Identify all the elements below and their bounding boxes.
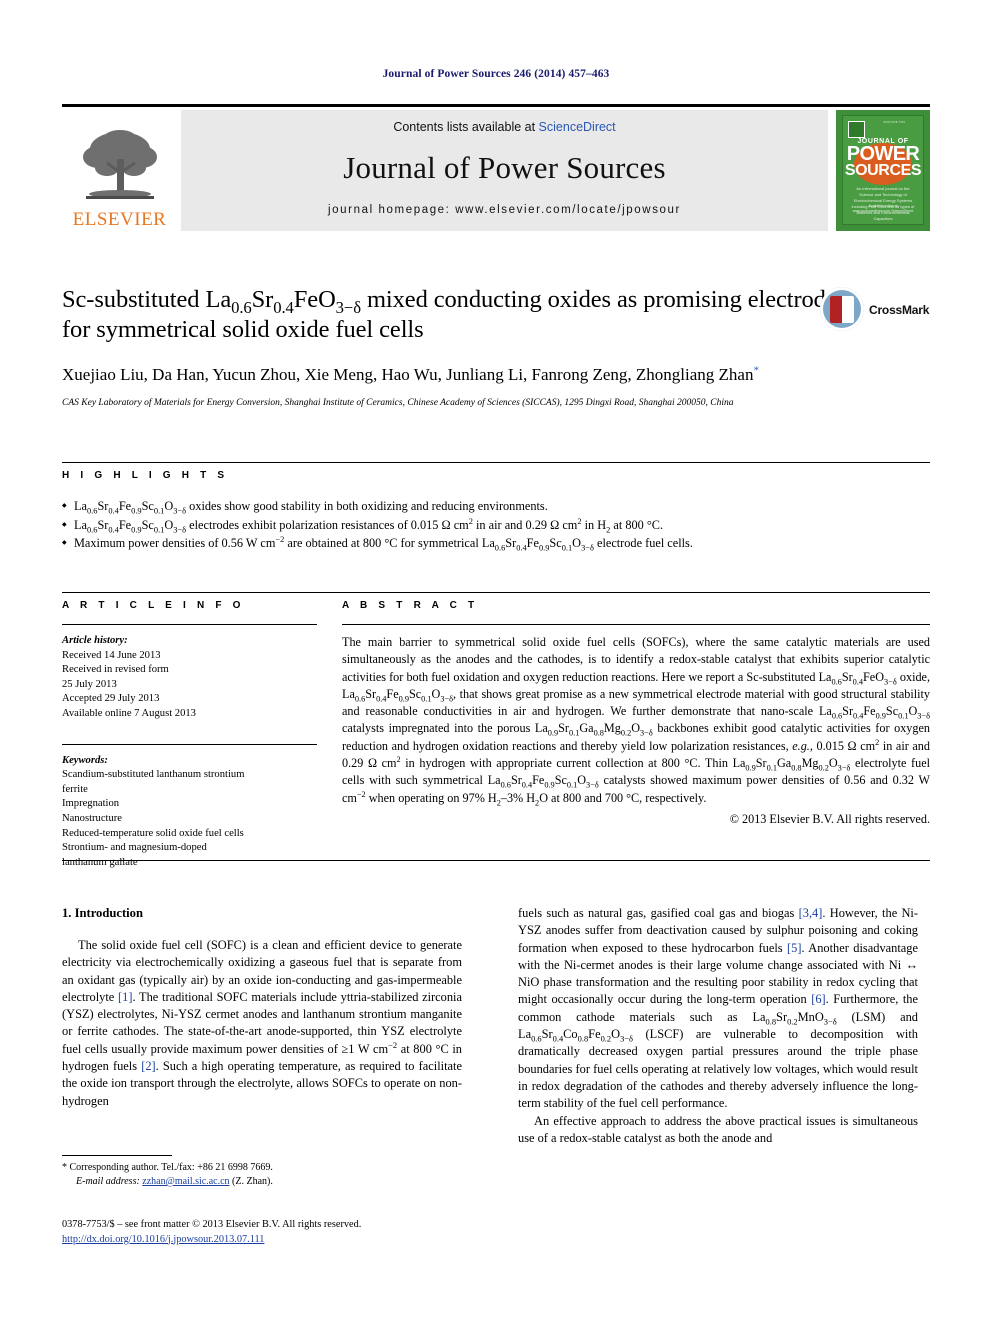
history-line: 25 July 2013: [62, 678, 117, 690]
keyword-item: lanthanum gallate: [62, 856, 138, 868]
list-item: La0.6Sr0.4Fe0.9Sc0.1O3−δ electrodes exhi…: [62, 516, 930, 535]
keyword-item: Nanostructure: [62, 812, 123, 824]
highlights-heading: H I G H L I G H T S: [62, 470, 229, 481]
paragraph: The solid oxide fuel cell (SOFC) is a cl…: [62, 938, 462, 1108]
introduction-left-column: 1. Introduction The solid oxide fuel cel…: [62, 905, 462, 1110]
keyword-item: Scandium-substituted lanthanum strontium: [62, 769, 245, 781]
article-history-label: Article history:: [62, 635, 128, 646]
divider-abstract: [342, 624, 930, 625]
section-heading-introduction: 1. Introduction: [62, 906, 143, 920]
history-line: Received 14 June 2013: [62, 649, 161, 661]
crossmark-circle-icon: [820, 287, 864, 331]
contents-available-line: Contents lists available at ScienceDirec…: [393, 120, 615, 134]
divider-keywords: [62, 743, 317, 745]
cover-top-text: ISSN 0378-7753: [883, 121, 905, 124]
divider-article-info: [62, 624, 317, 625]
elsevier-logo: ELSEVIER: [62, 110, 177, 231]
crossmark-book-left: [830, 296, 842, 323]
author-list: Xuejiao Liu, Da Han, Yucun Zhou, Xie Men…: [62, 364, 759, 384]
journal-cover-thumbnail[interactable]: ISSN 0378-7753 JOURNAL OF POWER SOURCES …: [836, 110, 930, 231]
cover-line2: POWER: [846, 143, 920, 165]
article-info-heading: A R T I C L E I N F O: [62, 600, 245, 611]
email-line: E-mail address: zzhan@mail.sic.ac.cn (Z.…: [62, 1175, 462, 1189]
keyword-item: Impregnation: [62, 798, 120, 810]
divider-above-abstract: [62, 592, 930, 593]
issn-copyright-line: 0378-7753/$ – see front matter © 2013 El…: [62, 1219, 362, 1230]
abstract-body: The main barrier to symmetrical solid ox…: [342, 635, 931, 808]
list-item: La0.6Sr0.4Fe0.9Sc0.1O3−δ oxides show goo…: [62, 497, 930, 516]
crossmark-badge[interactable]: CrossMark: [820, 287, 930, 333]
keyword-item: Strontium- and magnesium-doped: [62, 842, 207, 854]
cover-logo-square: [848, 121, 865, 138]
keywords-label: Keywords:: [62, 754, 108, 766]
affiliation: CAS Key Laboratory of Materials for Ener…: [62, 398, 734, 408]
doi-link[interactable]: http://dx.doi.org/10.1016/j.jpowsour.201…: [62, 1234, 264, 1245]
elsevier-wordmark: ELSEVIER: [72, 209, 167, 230]
running-head: Journal of Power Sources 246 (2014) 457–…: [382, 68, 610, 80]
journal-title: Journal of Power Sources: [343, 150, 666, 185]
journal-band: Contents lists available at ScienceDirec…: [181, 110, 828, 231]
history-line: Received in revised form: [62, 664, 169, 676]
paragraph: An effective approach to address the abo…: [518, 1113, 918, 1145]
email-link[interactable]: zzhan@mail.sic.ac.cn: [142, 1176, 229, 1187]
imprint-block: 0378-7753/$ – see front matter © 2013 El…: [62, 1218, 562, 1247]
abstract-section: A B S T R A C T The main barrier to symm…: [342, 600, 930, 827]
highlights-list: La0.6Sr0.4Fe0.9Sc0.1O3−δ oxides show goo…: [62, 497, 930, 553]
journal-homepage[interactable]: journal homepage: www.elsevier.com/locat…: [328, 204, 681, 216]
divider-above-highlights: [62, 462, 930, 463]
cover-foot: Available online at www.sciencedirect.co…: [852, 204, 914, 213]
keywords-block: Keywords: Scandium-substituted lanthanum…: [62, 754, 317, 871]
keyword-item: ferrite: [62, 783, 88, 795]
highlights-section: H I G H L I G H T S La0.6Sr0.4Fe0.9Sc0.1…: [62, 470, 930, 553]
keyword-item: Reduced-temperature solid oxide fuel cel…: [62, 827, 244, 839]
introduction-right-column: fuels such as natural gas, gasified coal…: [518, 905, 918, 1147]
crossmark-label: CrossMark: [869, 303, 930, 317]
elsevier-tree-icon: [82, 130, 157, 199]
contents-prefix: Contents lists available at: [393, 120, 539, 134]
sciencedirect-link[interactable]: ScienceDirect: [539, 120, 616, 134]
article-history: Article history: Received 14 June 2013 R…: [62, 634, 317, 722]
crossmark-book-right: [842, 296, 854, 323]
history-line: Available online 7 August 2013: [62, 707, 196, 719]
list-item: Maximum power densities of 0.56 W cm−2 a…: [62, 534, 930, 553]
title-block: Sc-substituted La0.6Sr0.4FeO3−δ mixed co…: [62, 285, 930, 410]
footnote-divider: [62, 1155, 172, 1156]
cover-line3: SOURCES: [844, 162, 922, 179]
email-suffix: (Z. Zhan).: [232, 1176, 273, 1187]
history-line: Accepted 29 July 2013: [62, 693, 160, 705]
journal-masthead: ELSEVIER Contents lists available at Sci…: [62, 104, 930, 231]
paper-page: Journal of Power Sources 246 (2014) 457–…: [0, 0, 992, 1323]
page-title: Sc-substituted La0.6Sr0.4FeO3−δ mixed co…: [62, 286, 847, 343]
email-label: E-mail address:: [76, 1176, 140, 1187]
paragraph: fuels such as natural gas, gasified coal…: [518, 906, 918, 1111]
corresponding-author-footnote: * Corresponding author. Tel./fax: +86 21…: [62, 1155, 462, 1189]
abstract-copyright: © 2013 Elsevier B.V. All rights reserved…: [729, 811, 930, 826]
abstract-heading: A B S T R A C T: [342, 600, 479, 611]
article-info-section: A R T I C L E I N F O Article history: R…: [62, 600, 317, 870]
corresponding-author-line: * Corresponding author. Tel./fax: +86 21…: [62, 1162, 273, 1173]
divider-below-abstract: [62, 860, 930, 861]
